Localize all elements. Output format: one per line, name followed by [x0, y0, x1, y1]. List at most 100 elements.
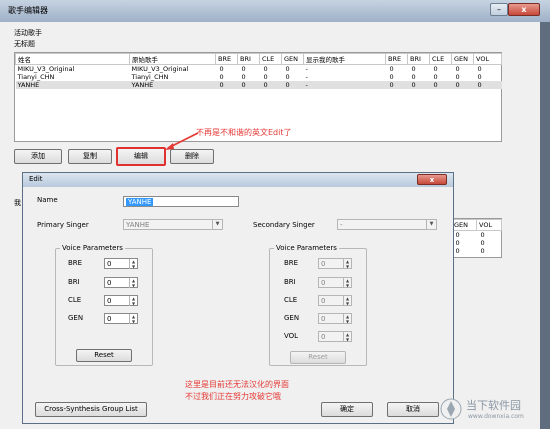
- cell: 0: [237, 81, 260, 89]
- param-value: 0: [107, 260, 112, 268]
- col-header[interactable]: 显示我的歌手: [303, 53, 386, 65]
- col-header[interactable]: GEN: [451, 53, 474, 65]
- spin-arrows-icon[interactable]: ▲ ▼: [343, 314, 351, 324]
- bri-spinner[interactable]: 0 ▲ ▼: [104, 277, 138, 288]
- cell: 0: [389, 73, 394, 81]
- col-header[interactable]: CLE: [429, 53, 452, 65]
- add-button[interactable]: 添加: [14, 149, 62, 164]
- name-value: YANHE: [126, 198, 154, 206]
- param-label: BRE: [68, 259, 83, 267]
- col-header[interactable]: BRE: [215, 53, 238, 65]
- spin-arrows-icon[interactable]: ▲ ▼: [343, 278, 351, 288]
- cell: 0: [433, 73, 438, 81]
- cell: 0: [455, 73, 460, 81]
- cell: -: [305, 65, 308, 73]
- cell: 0: [259, 81, 282, 89]
- copy-button[interactable]: 复制: [68, 149, 112, 164]
- table-row[interactable]: Tianyi_CHN Tianyi_CHN 0 0 0 0 - 0 0 0 0 …: [16, 73, 502, 81]
- spin-arrows-icon[interactable]: ▲ ▼: [343, 332, 351, 342]
- close-icon[interactable]: x: [508, 3, 540, 16]
- table-row: 00: [452, 239, 502, 247]
- col-header[interactable]: 原始歌手: [129, 53, 216, 65]
- col-header[interactable]: 姓名: [15, 53, 130, 65]
- col-header[interactable]: GEN: [281, 53, 304, 65]
- cell: -: [305, 73, 308, 81]
- close-icon[interactable]: x: [417, 174, 447, 185]
- vol-spinner-right[interactable]: 0 ▲ ▼: [318, 331, 352, 342]
- cell: 0: [241, 73, 246, 81]
- spin-arrows-icon[interactable]: ▲ ▼: [343, 296, 351, 306]
- cell: 0: [455, 247, 460, 255]
- param-label: CLE: [68, 296, 82, 304]
- cell: 0: [407, 81, 430, 89]
- spin-arrows-icon[interactable]: ▲ ▼: [129, 314, 137, 324]
- background-table: GEN VOL 00 00 00: [450, 218, 502, 258]
- cell: 0: [477, 65, 482, 73]
- param-label: VOL: [284, 332, 299, 340]
- edit-button[interactable]: 编辑: [116, 147, 166, 166]
- active-singer-label: 活动歌手: [14, 29, 42, 37]
- col-header[interactable]: BRI: [407, 53, 430, 65]
- col-header[interactable]: BRE: [385, 53, 408, 65]
- primary-singer-select[interactable]: YANHE ▼: [123, 219, 223, 230]
- reset-button-right[interactable]: Reset: [290, 351, 346, 364]
- reset-button[interactable]: Reset: [76, 349, 132, 362]
- col-header[interactable]: BRI: [237, 53, 260, 65]
- group-title: Voice Parameters: [274, 244, 339, 252]
- secondary-singer-select[interactable]: - ▼: [337, 219, 437, 230]
- col-header[interactable]: VOL: [473, 53, 502, 65]
- param-value: 0: [107, 315, 112, 323]
- cell: 0: [473, 81, 502, 89]
- param-value: 0: [321, 297, 326, 305]
- spin-arrows-icon[interactable]: ▲ ▼: [129, 259, 137, 269]
- untitled-label: 无标题: [14, 40, 35, 48]
- watermark-text: 当下软件园: [466, 399, 521, 412]
- window-title: 歌手编辑器: [8, 6, 48, 15]
- param-value: 0: [107, 297, 112, 305]
- secondary-singer-label: Secondary Singer: [253, 221, 315, 229]
- voice-parameters-group-left: Voice Parameters BRE 0 ▲ ▼ BRI 0 ▲ ▼ CLE 0 ▲ ▼…: [55, 244, 153, 366]
- name-label: Name: [37, 196, 58, 204]
- title-bar[interactable]: 歌手编辑器 – x: [0, 0, 550, 22]
- name-input[interactable]: YANHE: [123, 196, 239, 207]
- cell: Tianyi_CHN: [17, 73, 55, 81]
- table-row-selected[interactable]: YANHE YANHE 0 0 0 0 - 0 0 0 0 0: [15, 81, 502, 89]
- chevron-down-icon: ▼: [426, 220, 436, 229]
- edit-dialog: Edit x Name YANHE Primary Singer YANHE ▼…: [22, 172, 454, 424]
- table-row[interactable]: MIKU_V3_Original MIKU_V3_Original 0 0 0 …: [16, 65, 502, 73]
- col-header[interactable]: CLE: [259, 53, 282, 65]
- gen-spinner-right[interactable]: 0 ▲ ▼: [318, 313, 352, 324]
- dialog-title: Edit: [29, 175, 43, 183]
- cell: 0: [219, 73, 224, 81]
- cell: 0: [480, 239, 485, 247]
- col-header: VOL: [476, 219, 502, 231]
- cell: 0: [389, 65, 394, 73]
- gen-spinner[interactable]: 0 ▲ ▼: [104, 313, 138, 324]
- cell: 0: [219, 65, 224, 73]
- cell: YANHE: [129, 81, 216, 89]
- param-label: GEN: [284, 314, 300, 322]
- annotation-bottom-line1: 这里是目前还无法汉化的界面: [185, 380, 289, 389]
- cross-synthesis-group-list-button[interactable]: Cross-Synthesis Group List: [35, 402, 147, 417]
- annotation-bottom-line2: 不过我们正在努力攻破它哦: [185, 392, 281, 401]
- cle-spinner-right[interactable]: 0 ▲ ▼: [318, 295, 352, 306]
- spin-arrows-icon[interactable]: ▲ ▼: [343, 259, 351, 269]
- cancel-button[interactable]: 取消: [387, 402, 439, 417]
- table-row: 00: [452, 247, 502, 255]
- ok-button[interactable]: 确定: [321, 402, 373, 417]
- bri-spinner-right[interactable]: 0 ▲ ▼: [318, 277, 352, 288]
- spin-arrows-icon[interactable]: ▲ ▼: [129, 296, 137, 306]
- cell: 0: [455, 231, 460, 239]
- col-header: GEN: [451, 219, 477, 231]
- cle-spinner[interactable]: 0 ▲ ▼: [104, 295, 138, 306]
- param-value: 0: [321, 279, 326, 287]
- dialog-title-bar[interactable]: Edit x: [23, 173, 453, 187]
- param-value: 0: [321, 260, 326, 268]
- param-value: 0: [321, 315, 326, 323]
- bre-spinner[interactable]: 0 ▲ ▼: [104, 258, 138, 269]
- cell: -: [303, 81, 386, 89]
- spin-arrows-icon[interactable]: ▲ ▼: [129, 278, 137, 288]
- minimize-button[interactable]: –: [490, 3, 508, 16]
- bre-spinner-right[interactable]: 0 ▲ ▼: [318, 258, 352, 269]
- cell: 0: [281, 81, 304, 89]
